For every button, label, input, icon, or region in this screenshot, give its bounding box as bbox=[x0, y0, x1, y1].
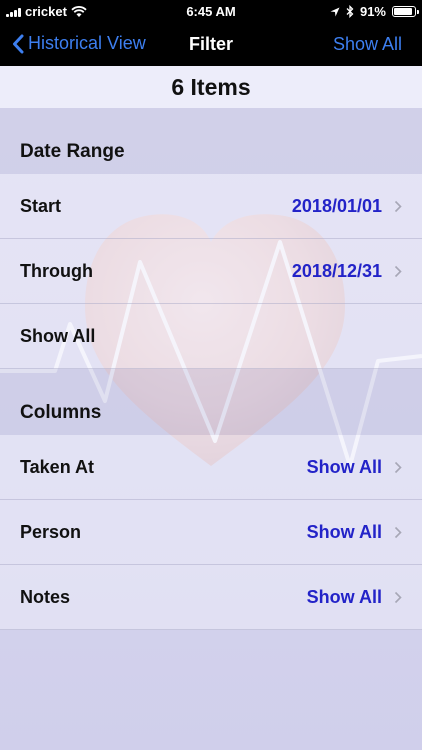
row-taken-at-value: Show All bbox=[306, 457, 382, 477]
row-notes-value: Show All bbox=[306, 587, 382, 607]
items-count: 6 Items bbox=[0, 66, 422, 108]
navigation-bar: Historical View Filter Show All bbox=[0, 24, 422, 66]
show-all-nav-button[interactable]: Show All bbox=[333, 34, 402, 55]
back-button[interactable]: Historical View bbox=[12, 33, 146, 54]
row-taken-at-label: Taken At bbox=[20, 457, 95, 477]
filter-content: 6 Items Date Range Start 2018/01/01 Thro… bbox=[0, 66, 422, 750]
columns-header: Columns bbox=[0, 369, 422, 435]
chevron-right-icon bbox=[394, 461, 402, 474]
back-button-label: Historical View bbox=[28, 33, 146, 53]
row-start-label: Start bbox=[20, 196, 62, 216]
row-through-value: 2018/12/31 bbox=[291, 261, 382, 281]
row-person-value: Show All bbox=[306, 522, 382, 542]
row-show-all-dates-label: Show All bbox=[20, 326, 96, 346]
chevron-left-icon bbox=[13, 34, 24, 53]
battery-percent: 91% bbox=[359, 4, 386, 19]
chevron-right-icon bbox=[394, 265, 402, 278]
chevron-right-icon bbox=[394, 591, 402, 604]
row-notes-label: Notes bbox=[20, 587, 71, 607]
row-start[interactable]: Start 2018/01/01 bbox=[0, 174, 422, 239]
row-person-label: Person bbox=[20, 522, 82, 542]
status-right: 91% bbox=[330, 4, 419, 19]
row-person[interactable]: Person Show All bbox=[0, 500, 422, 565]
filter-list: 6 Items Date Range Start 2018/01/01 Thro… bbox=[0, 66, 422, 630]
chevron-right-icon bbox=[394, 526, 402, 539]
row-through[interactable]: Through 2018/12/31 bbox=[0, 239, 422, 304]
row-through-label: Through bbox=[20, 261, 93, 281]
row-start-value: 2018/01/01 bbox=[291, 196, 382, 216]
row-show-all-dates[interactable]: Show All bbox=[0, 304, 422, 369]
date-range-header: Date Range bbox=[0, 108, 422, 174]
row-notes[interactable]: Notes Show All bbox=[0, 565, 422, 630]
bluetooth-icon bbox=[346, 5, 354, 18]
location-arrow-icon bbox=[330, 7, 340, 16]
chevron-right-icon bbox=[394, 200, 402, 213]
row-taken-at[interactable]: Taken At Show All bbox=[0, 435, 422, 500]
battery-icon bbox=[392, 6, 419, 17]
status-bar: cricket 6:45 AM 91% bbox=[0, 0, 422, 24]
